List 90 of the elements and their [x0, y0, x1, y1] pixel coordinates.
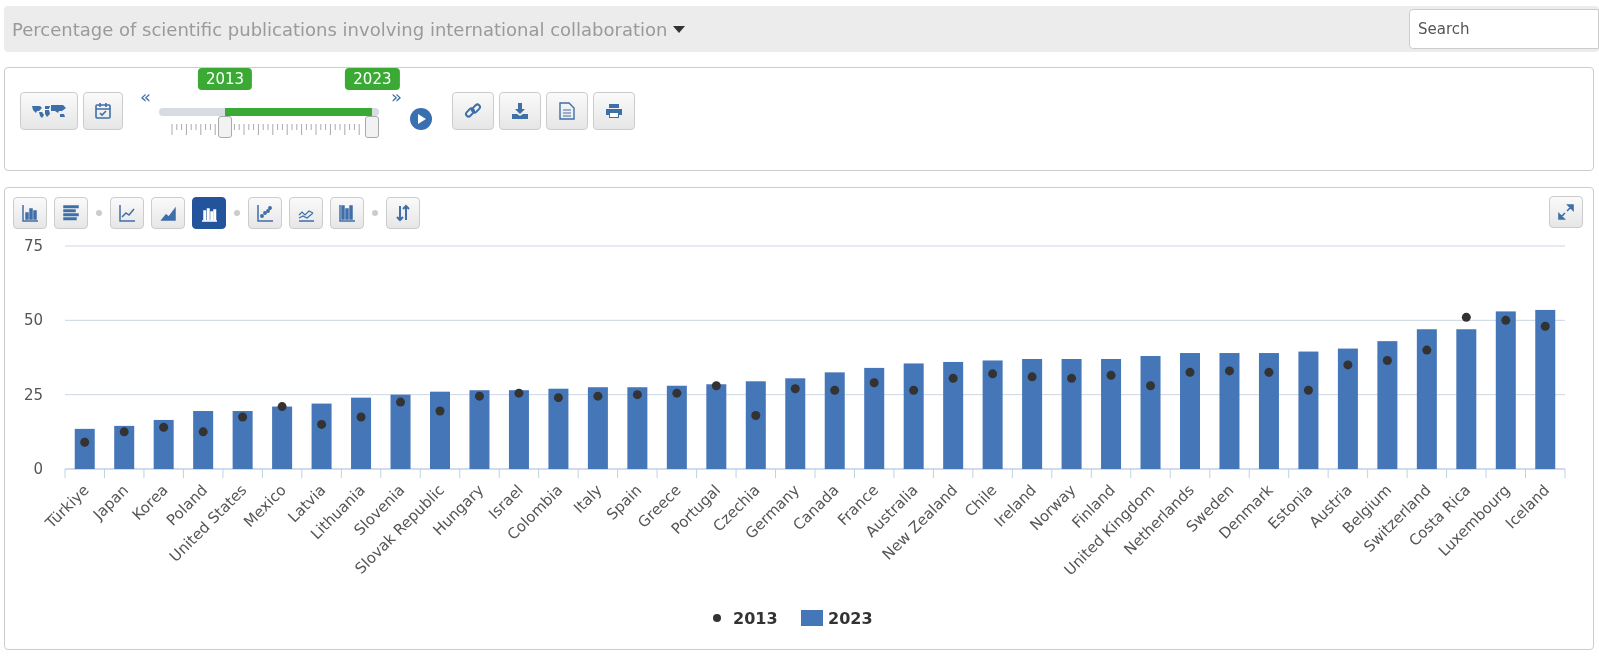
- chart-icon: [21, 204, 39, 222]
- data-point: [751, 411, 761, 420]
- print-button[interactable]: [593, 92, 636, 130]
- slider-handle[interactable]: [218, 116, 232, 138]
- data-point: [277, 402, 287, 412]
- data-point: [198, 427, 208, 437]
- chart-icon: [338, 204, 356, 222]
- data-point: [593, 391, 603, 401]
- y-axis-label: 75: [23, 237, 43, 255]
- data-point: [1146, 381, 1156, 391]
- area-chart-button[interactable]: [151, 197, 185, 229]
- y-axis-label: 50: [23, 311, 43, 330]
- data-point: [1264, 367, 1274, 377]
- year-badge: 2023: [345, 68, 400, 90]
- link-button[interactable]: [452, 92, 495, 130]
- play-button[interactable]: [410, 108, 433, 130]
- data-point: [869, 378, 879, 388]
- bar: [114, 425, 135, 469]
- stack-chart-button[interactable]: [330, 197, 364, 229]
- bar: [193, 411, 214, 469]
- caret-icon: [673, 25, 686, 33]
- data-point: [356, 412, 366, 422]
- document-button[interactable]: [546, 92, 589, 130]
- chart-icon: [256, 204, 274, 222]
- data-point: [1461, 312, 1471, 322]
- download-button[interactable]: [499, 92, 542, 130]
- data-point: [1382, 355, 1392, 365]
- data-point: [1343, 360, 1353, 370]
- bar-chart-button[interactable]: [13, 197, 47, 229]
- legend-label[interactable]: 2023: [828, 609, 873, 628]
- data-point: [948, 373, 958, 383]
- data-point: [396, 397, 406, 407]
- previous-button[interactable]: «: [140, 86, 151, 107]
- data-point: [672, 388, 682, 398]
- data-point: [711, 381, 721, 391]
- scatter-chart-button[interactable]: [248, 197, 282, 229]
- print-icon: [605, 103, 624, 119]
- document-icon: [559, 102, 576, 120]
- data-point: [514, 388, 524, 398]
- data-point: [988, 369, 998, 379]
- data-point: [1106, 370, 1116, 380]
- data-point: [553, 393, 563, 403]
- bar: [232, 411, 253, 469]
- data-point: [1067, 373, 1077, 383]
- chart-icon: [62, 204, 80, 222]
- data-point: [1501, 315, 1511, 325]
- hbar-chart-button[interactable]: [54, 197, 88, 229]
- data-point: [80, 437, 90, 447]
- bar: [272, 406, 293, 469]
- map-button[interactable]: [20, 92, 78, 130]
- data-point: [1303, 385, 1313, 395]
- lines-chart-button[interactable]: [289, 197, 323, 229]
- data-point: [1027, 372, 1037, 382]
- expand-icon: [1558, 204, 1574, 220]
- data-point: [238, 412, 248, 422]
- data-point: [119, 427, 129, 437]
- data-point: [317, 419, 327, 429]
- y-axis-label: 0: [33, 460, 43, 478]
- bar: [153, 419, 174, 469]
- search-field[interactable]: Search: [1409, 9, 1599, 49]
- line-chart-button[interactable]: [110, 197, 144, 229]
- data-point: [632, 390, 642, 400]
- calendar-check-icon: [94, 102, 112, 120]
- bardot-chart-button[interactable]: [192, 197, 226, 229]
- data-point: [790, 384, 800, 394]
- data-point: [474, 391, 484, 401]
- bar: [311, 403, 332, 469]
- slider-handle[interactable]: [365, 116, 380, 138]
- calendar-button[interactable]: [83, 92, 123, 130]
- data-point: [909, 385, 919, 395]
- data-point: [1185, 367, 1195, 377]
- data-point: [159, 422, 169, 432]
- chart-icon: [159, 204, 177, 222]
- data-point: [830, 385, 840, 395]
- data-point: [1540, 321, 1550, 331]
- data-point: [1224, 366, 1234, 376]
- world-map-icon: [30, 104, 68, 118]
- chart-icon: [118, 204, 136, 222]
- expand-button[interactable]: [1549, 196, 1583, 228]
- bar: [74, 428, 95, 469]
- year-badge: 2013: [197, 68, 253, 90]
- data-point: [435, 406, 445, 416]
- y-axis-label: 25: [23, 385, 43, 404]
- data-point: [1422, 345, 1432, 355]
- download-icon: [511, 102, 530, 120]
- legend-label[interactable]: 2013: [733, 609, 778, 628]
- link-icon: [464, 102, 483, 120]
- sort-arrows-icon: [394, 204, 412, 222]
- bar: [351, 397, 372, 469]
- sort-chart-button[interactable]: [386, 197, 420, 229]
